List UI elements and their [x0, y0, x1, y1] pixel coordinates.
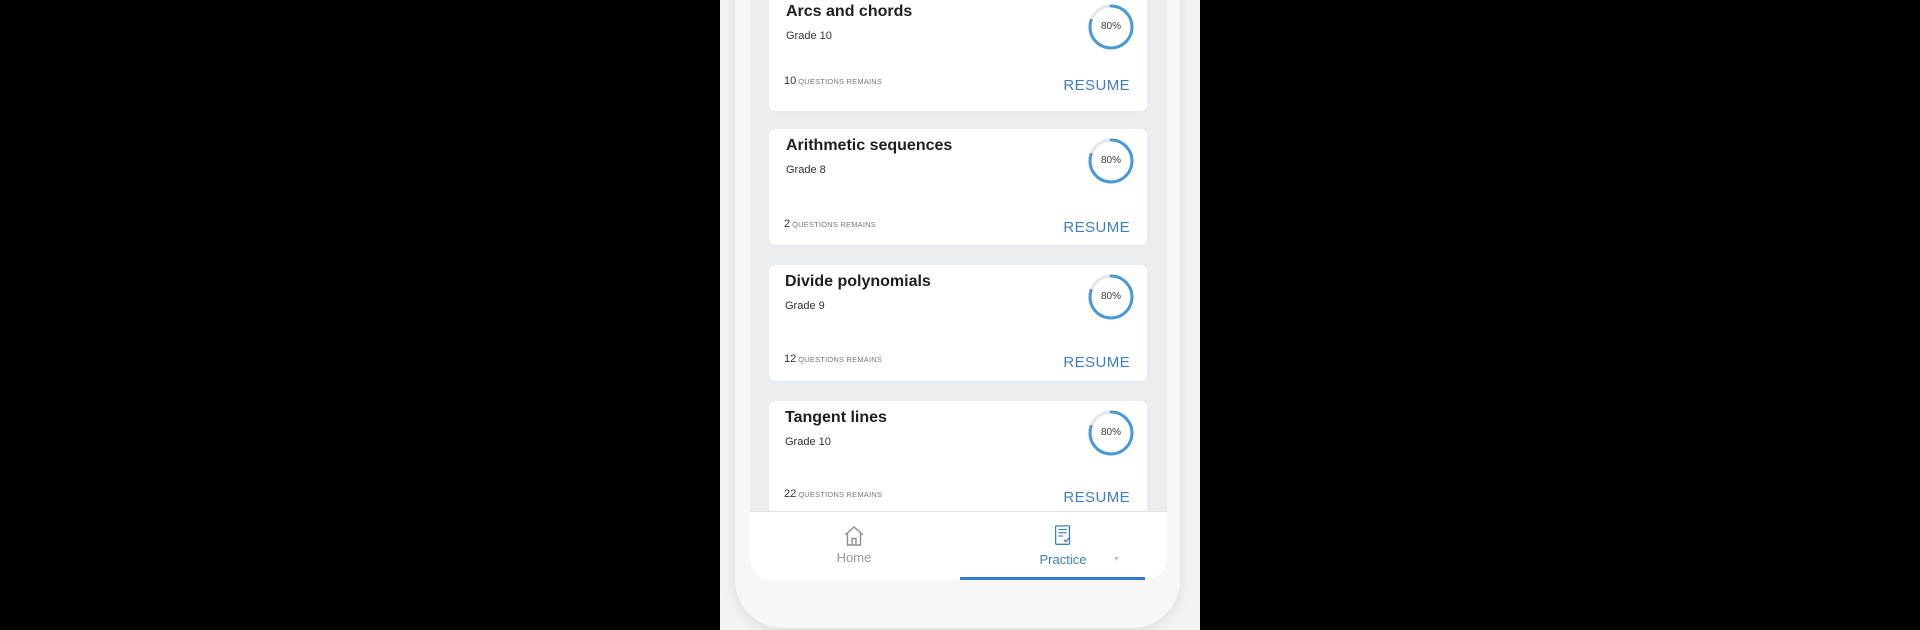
tab-home[interactable]: Home	[750, 512, 958, 580]
resume-button[interactable]: RESUME	[1063, 489, 1130, 506]
bottom-tab-bar: Home Practice ▼	[750, 511, 1167, 580]
tab-home-label: Home	[836, 550, 872, 565]
card-grade: Grade 10	[786, 30, 832, 42]
remaining-unit: QUESTIONS REMAINS	[798, 77, 883, 86]
worksheet-icon	[1054, 525, 1071, 545]
tab-practice-label: Practice	[1039, 552, 1087, 567]
progress-percent: 80%	[1100, 155, 1121, 166]
progress-ring: 80%	[1087, 409, 1135, 457]
remaining-count: 12	[784, 353, 797, 365]
practice-card[interactable]: Arithmetic sequences Grade 8 80% 2 QUESTI…	[769, 129, 1147, 245]
questions-remaining: 2 QUESTIONS REMAINS	[784, 218, 876, 230]
home-icon	[844, 526, 864, 546]
questions-remaining: 12 QUESTIONS REMAINS	[784, 353, 882, 365]
resume-button[interactable]: RESUME	[1063, 77, 1130, 94]
remaining-count: 2	[784, 218, 791, 230]
card-grade: Grade 10	[785, 436, 831, 448]
questions-remaining: 10 QUESTIONS REMAINS	[784, 75, 882, 87]
resume-button[interactable]: RESUME	[1063, 354, 1130, 371]
card-grade: Grade 8	[786, 164, 826, 176]
practice-card[interactable]: Arcs and chords Grade 10 80% 10 QUESTIONS…	[769, 0, 1147, 111]
practice-card[interactable]: Tangent lines Grade 10 80% 22 QUESTIONS R…	[769, 401, 1147, 517]
remaining-count: 22	[784, 488, 797, 500]
card-grade: Grade 9	[785, 300, 825, 312]
remaining-unit: QUESTIONS REMAINS	[798, 490, 883, 499]
card-title: Arithmetic sequences	[786, 137, 953, 154]
progress-percent: 80%	[1100, 21, 1121, 32]
card-title: Tangent lines	[785, 409, 887, 426]
progress-percent: 80%	[1100, 291, 1121, 302]
resume-button[interactable]: RESUME	[1063, 219, 1130, 236]
remaining-unit: QUESTIONS REMAINS	[798, 355, 883, 364]
questions-remaining: 22 QUESTIONS REMAINS	[784, 488, 882, 500]
practice-card[interactable]: Divide polynomials Grade 9 80% 12 QUESTIO…	[769, 265, 1147, 381]
progress-ring: 80%	[1087, 3, 1135, 51]
chevron-down-icon: ▼	[1113, 556, 1120, 563]
progress-ring: 80%	[1087, 273, 1135, 321]
progress-percent: 80%	[1100, 427, 1121, 438]
card-title: Divide polynomials	[785, 273, 931, 290]
remaining-unit: QUESTIONS REMAINS	[792, 220, 876, 229]
remaining-count: 10	[784, 75, 797, 87]
progress-ring: 80%	[1087, 137, 1135, 185]
app-screen: Arcs and chords Grade 10 80% 10 QUESTIONS…	[750, 0, 1167, 580]
tab-practice[interactable]: Practice	[959, 512, 1167, 580]
card-title: Arcs and chords	[786, 3, 913, 20]
active-tab-indicator	[960, 577, 1145, 580]
